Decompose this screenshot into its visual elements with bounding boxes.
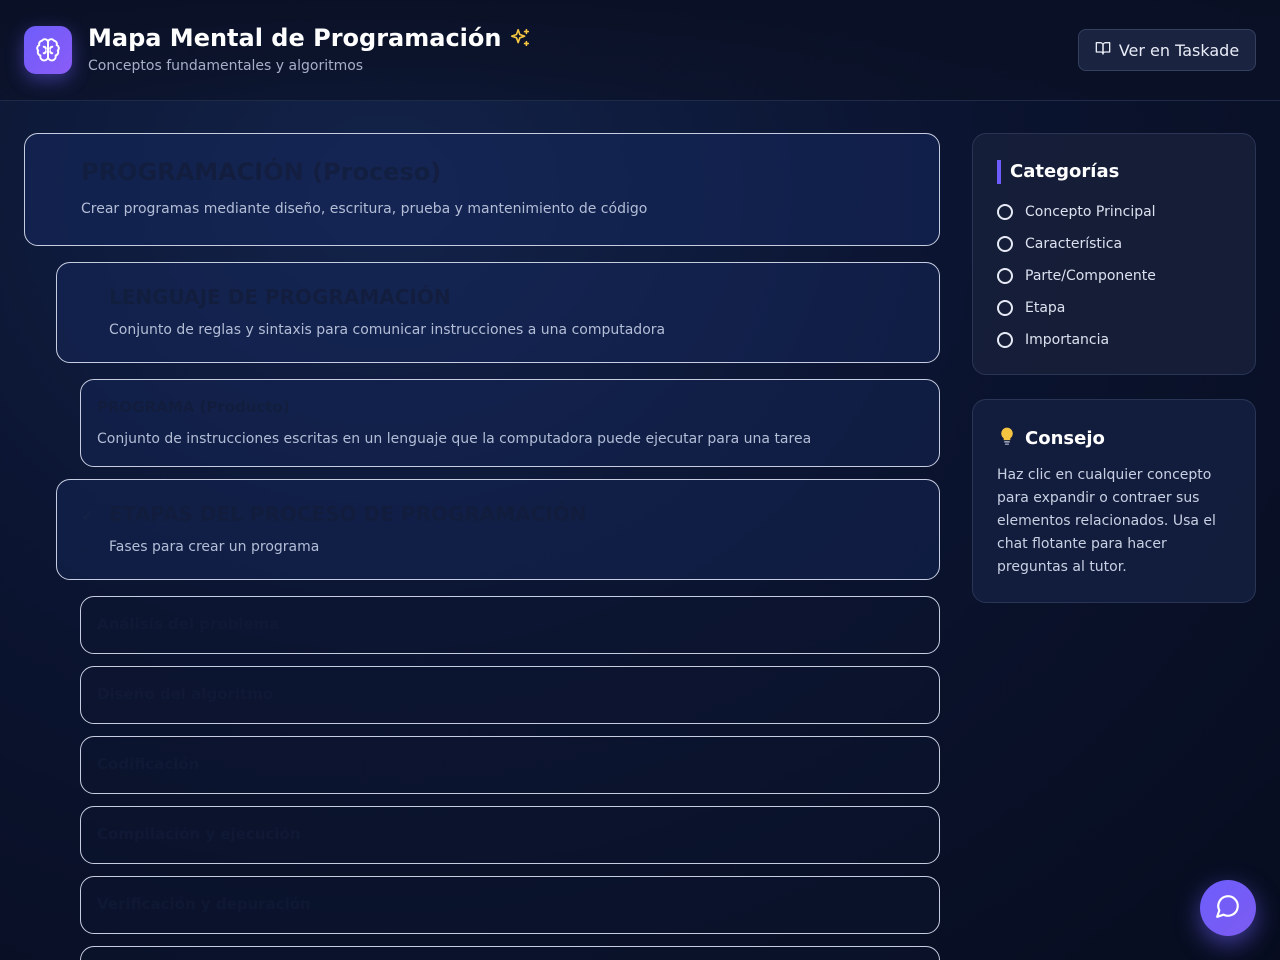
tip-heading: Consejo	[997, 426, 1105, 451]
circle-icon	[997, 332, 1013, 348]
stage-node-title: Análisis del problema	[97, 615, 280, 633]
page-subtitle: Conceptos fundamentales y algoritmos	[88, 58, 364, 74]
circle-icon	[997, 300, 1013, 316]
page-title-text: Mapa Mental de Programación	[88, 24, 502, 52]
check-icon: ✓	[81, 506, 95, 525]
stage-node[interactable]: Análisis del problema	[80, 596, 940, 654]
category-item[interactable]: Característica	[997, 236, 1122, 252]
category-label: Importancia	[1025, 332, 1110, 348]
brain-icon	[24, 26, 72, 74]
circle-icon	[997, 236, 1013, 252]
concept-node-description: Conjunto de instrucciones escritas en un…	[97, 431, 812, 447]
stage-node[interactable]: Diseño del algoritmo	[80, 666, 940, 724]
stage-node-title: Verificación y depuración	[97, 895, 311, 913]
categories-panel: Categorías Concepto Principal Caracterís…	[972, 133, 1256, 375]
category-item[interactable]: Concepto Principal	[997, 204, 1156, 220]
categories-heading: Categorías	[997, 160, 1119, 184]
stage-node[interactable]: Verificación y depuración	[80, 876, 940, 934]
app-header: Mapa Mental de Programación Conceptos fu…	[0, 0, 1280, 101]
stage-node-title: Compilación y ejecución	[97, 825, 301, 843]
chat-button[interactable]	[1200, 880, 1256, 936]
concept-node-title: PROGRAMACIÓN (Proceso)	[81, 158, 442, 186]
concept-node-description: Conjunto de reglas y sintaxis para comun…	[109, 322, 666, 338]
tip-panel: Consejo Haz clic en cualquier concepto p…	[972, 399, 1256, 603]
stage-node[interactable]	[80, 946, 940, 960]
category-label: Característica	[1025, 236, 1123, 252]
stage-node[interactable]: Compilación y ejecución	[80, 806, 940, 864]
page-title: Mapa Mental de Programación	[88, 24, 531, 52]
concept-node-description: Fases para crear un programa	[109, 539, 320, 555]
sparkles-icon	[509, 27, 531, 49]
concept-node-title: PROGRAMA (Producto)	[97, 398, 290, 416]
concept-node-lenguaje[interactable]: LENGUAJE DE PROGRAMACIÓN Conjunto de reg…	[56, 262, 940, 363]
tip-text: Haz clic en cualquier concepto para expa…	[997, 467, 1216, 575]
concept-node-title: LENGUAJE DE PROGRAMACIÓN	[109, 285, 451, 309]
category-label: Parte/Componente	[1025, 268, 1156, 284]
book-open-icon	[1095, 40, 1111, 60]
category-item[interactable]: Importancia	[997, 332, 1109, 348]
concept-node-title: ETAPAS DEL PROCESO DE PROGRAMACIÓN	[109, 502, 587, 526]
stage-node-title: Codificación	[97, 755, 200, 773]
category-label: Concepto Principal	[1025, 204, 1156, 220]
circle-icon	[997, 204, 1013, 220]
stage-node-title: Diseño del algoritmo	[97, 685, 274, 703]
view-in-taskade-label: Ver en Taskade	[1118, 40, 1240, 60]
view-in-taskade-button[interactable]: Ver en Taskade	[1078, 29, 1256, 71]
lightbulb-icon	[997, 426, 1017, 451]
chat-bubble-icon	[1215, 893, 1241, 923]
concept-node-programa[interactable]: PROGRAMA (Producto) Conjunto de instrucc…	[80, 379, 940, 467]
tip-heading-text: Consejo	[1025, 428, 1105, 449]
concept-node-description: Crear programas mediante diseño, escritu…	[81, 201, 648, 217]
category-item[interactable]: Etapa	[997, 300, 1065, 316]
category-item[interactable]: Parte/Componente	[997, 268, 1156, 284]
concept-node-programacion[interactable]: PROGRAMACIÓN (Proceso) Crear programas m…	[24, 133, 940, 246]
circle-icon	[997, 268, 1013, 284]
stage-node[interactable]: Codificación	[80, 736, 940, 794]
concept-node-etapas[interactable]: ✓ ETAPAS DEL PROCESO DE PROGRAMACIÓN Fas…	[56, 479, 940, 580]
category-label: Etapa	[1025, 300, 1066, 316]
